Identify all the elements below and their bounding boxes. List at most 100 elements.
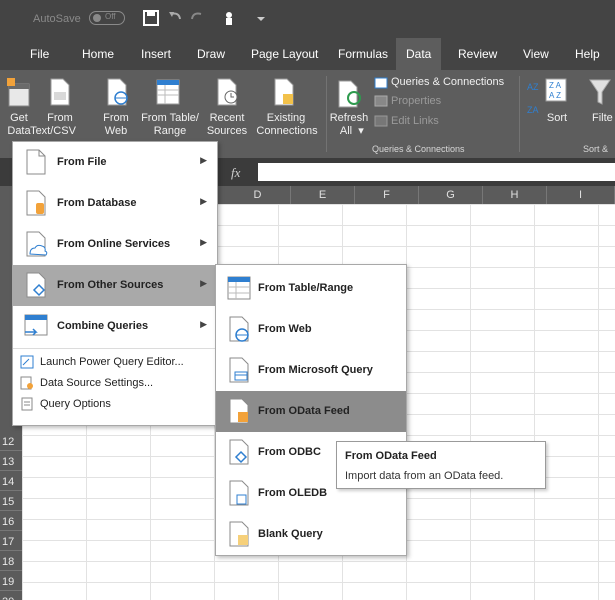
menu-item-launch-power-query-editor[interactable]: Launch Power Query Editor... [13,352,217,372]
refresh-all-label-1[interactable]: Refresh [329,112,369,125]
svg-text:A Z: A Z [549,91,561,100]
submenu-arrow-icon: ▶ [200,155,207,165]
tab-data[interactable]: Data [396,38,442,70]
tab-view[interactable]: View [523,38,549,70]
from-textcsv-label-1[interactable]: From [38,112,82,125]
sort-az-icon[interactable]: AZ [527,79,541,93]
tab-formulas[interactable]: Formulas [338,38,388,70]
sort-label[interactable]: Sort [545,112,569,125]
row-header[interactable]: 20 [0,593,22,600]
tab-insert[interactable]: Insert [141,38,171,70]
menu-item-from-file[interactable]: From File ▶ [13,142,217,183]
table-range-icon [227,276,251,300]
menu-item-data-source-settings[interactable]: Data Source Settings... [13,373,217,393]
tab-review[interactable]: Review [458,38,497,70]
text-csv-icon[interactable] [49,78,71,106]
other-sources-submenu: From Table/Range From Web From Microsoft… [215,264,407,556]
submenu-item-from-microsoft-query[interactable]: From Microsoft Query [216,350,406,391]
get-data-menu: From File ▶ From Database ▶ From Online … [12,141,218,426]
blank-query-icon [229,521,249,547]
web-icon [229,316,249,342]
undo-icon[interactable] [166,9,184,27]
tab-file[interactable]: File [30,38,49,70]
menu-item-from-database[interactable]: From Database ▶ [13,183,217,224]
from-textcsv-label-2[interactable]: Text/CSV [28,125,78,138]
sort-za-icon[interactable]: ZA [527,102,541,116]
save-icon[interactable] [142,9,160,27]
online-services-icon [26,231,48,257]
menu-item-combine-queries[interactable]: Combine Queries ▶ [13,306,217,347]
menu-item-label: Data Source Settings... [40,377,154,389]
sort-group-label: Sort & [583,144,609,154]
row-header[interactable]: 16 [0,513,22,531]
row-header[interactable]: 13 [0,453,22,471]
recent-sources-label-1[interactable]: Recent [205,112,249,125]
odata-feed-icon [229,398,249,424]
column-header[interactable]: I [547,186,615,204]
filter-icon[interactable] [588,78,612,106]
queries-connections-button[interactable]: Queries & Connections [391,76,504,89]
from-web-label-2[interactable]: Web [102,125,130,138]
existing-connections-label-2[interactable]: Connections [251,125,323,138]
svg-text:ZA: ZA [527,105,539,115]
sort-icon[interactable]: Z A A Z [545,78,567,102]
refresh-dropdown-icon[interactable]: ▾ [356,125,366,138]
submenu-item-from-odata-feed[interactable]: From OData Feed [216,391,406,432]
submenu-arrow-icon: ▶ [200,196,207,206]
submenu-item-blank-query[interactable]: Blank Query [216,514,406,555]
recent-sources-icon[interactable] [216,78,240,106]
menu-separator [13,348,217,349]
autosave-toggle[interactable]: Off [89,11,125,25]
submenu-item-from-web[interactable]: From Web [216,309,406,350]
from-table-label-2[interactable]: Range [150,125,190,138]
row-header[interactable]: 17 [0,533,22,551]
row-header[interactable]: 18 [0,553,22,571]
edit-links-button[interactable]: Edit Links [391,115,439,128]
from-table-label-1[interactable]: From Table/ [140,112,200,125]
existing-connections-icon[interactable] [273,78,297,106]
row-header[interactable]: 12 [0,433,22,451]
menu-item-from-online-services[interactable]: From Online Services ▶ [13,224,217,265]
row-header[interactable]: 15 [0,493,22,511]
formula-input[interactable] [258,163,615,181]
refresh-all-icon[interactable] [337,80,365,108]
menu-item-query-options[interactable]: Query Options [13,394,217,414]
submenu-item-label: From Web [258,323,312,335]
tab-help[interactable]: Help [575,38,600,70]
fx-button[interactable]: fx [231,165,240,181]
touch-mode-icon[interactable] [220,9,238,27]
tab-draw[interactable]: Draw [197,38,225,70]
from-table-icon[interactable] [155,78,181,106]
data-source-settings-icon [20,376,33,390]
get-data-icon[interactable] [5,76,33,108]
column-header[interactable]: D [225,186,291,204]
redo-icon[interactable] [188,9,206,27]
properties-button[interactable]: Properties [391,95,441,108]
submenu-item-from-table-range[interactable]: From Table/Range [216,268,406,309]
row-header[interactable]: 14 [0,473,22,491]
menu-item-label: From Online Services [57,238,171,250]
column-header[interactable]: F [355,186,419,204]
submenu-item-label: From Microsoft Query [258,364,373,376]
submenu-arrow-icon: ▶ [200,319,207,329]
file-icon [26,149,46,175]
column-header[interactable]: H [483,186,547,204]
submenu-item-label: From OLEDB [258,487,328,499]
customize-qat-icon[interactable] [252,9,270,27]
recent-sources-label-2[interactable]: Sources [203,125,251,138]
column-header[interactable]: G [419,186,483,204]
row-header[interactable]: 19 [0,573,22,591]
queries-connections-icon [374,77,388,89]
filter-label[interactable]: Filte [592,112,613,125]
properties-icon [374,95,388,107]
existing-connections-label-1[interactable]: Existing [264,112,308,125]
from-web-label-1[interactable]: From [102,112,130,125]
submenu-item-label: From ODBC [258,446,321,458]
database-icon [26,190,46,216]
tab-home[interactable]: Home [82,38,114,70]
microsoft-query-icon [229,357,249,383]
column-header[interactable]: E [291,186,355,204]
tab-page-layout[interactable]: Page Layout [251,38,318,70]
menu-item-from-other-sources[interactable]: From Other Sources ▶ [13,265,217,306]
web-icon[interactable] [106,78,130,106]
